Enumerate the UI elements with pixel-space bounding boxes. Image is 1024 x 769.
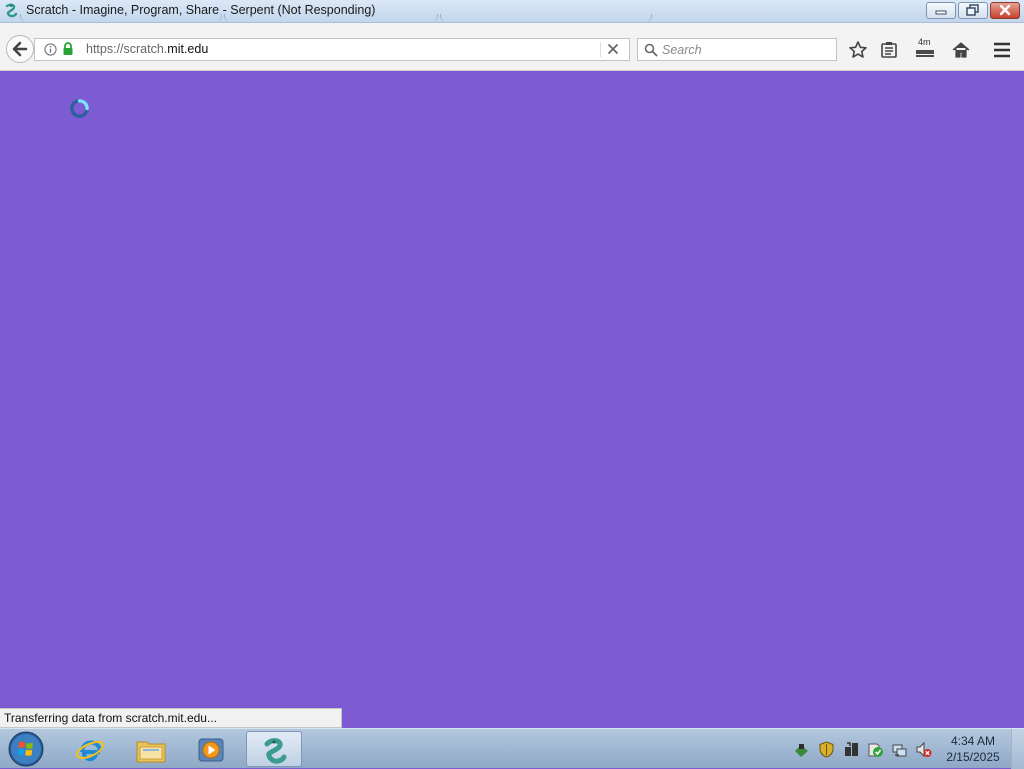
search-input[interactable] xyxy=(662,41,832,58)
taskbar-media-player[interactable] xyxy=(184,731,240,767)
network-shield-icon[interactable] xyxy=(793,741,810,758)
url-domain: mit.edu xyxy=(167,42,209,56)
taskbar-file-explorer[interactable] xyxy=(123,731,179,767)
taskbar-serpent-browser[interactable] xyxy=(246,731,302,767)
restore-icon xyxy=(966,4,979,16)
tab-active[interactable] xyxy=(224,14,438,22)
address-bar[interactable]: https://scratch.mit.edu xyxy=(34,38,630,61)
media-player-icon xyxy=(198,738,224,762)
home-icon[interactable] xyxy=(951,40,971,60)
window-controls xyxy=(926,2,1020,20)
url-prefix: https://scratch. xyxy=(86,42,168,56)
close-button[interactable] xyxy=(990,2,1020,19)
back-button[interactable] xyxy=(6,35,34,63)
navigation-toolbar: https://scratch.mit.edu 4m xyxy=(0,23,1024,71)
info-icon[interactable] xyxy=(44,43,57,56)
status-text: Transferring data from scratch.mit.edu..… xyxy=(0,708,342,728)
clear-icon[interactable] xyxy=(606,42,620,56)
tab-strip xyxy=(20,14,860,22)
reading-list-icon[interactable] xyxy=(879,40,899,60)
windows-start-icon[interactable] xyxy=(6,730,46,768)
minimize-button[interactable] xyxy=(926,2,956,19)
serpent-app-icon xyxy=(5,3,18,18)
internet-explorer-icon xyxy=(76,740,104,762)
lock-icon[interactable] xyxy=(62,42,74,56)
window-title-bar: Scratch - Imagine, Program, Share - Serp… xyxy=(0,0,1024,23)
page-content xyxy=(0,71,1024,728)
show-desktop-button[interactable] xyxy=(1011,729,1024,769)
search-box[interactable] xyxy=(637,38,837,61)
url-separator xyxy=(600,42,601,57)
serpent-browser-icon xyxy=(264,738,287,764)
bookmark-star-icon[interactable] xyxy=(848,40,868,60)
restore-button[interactable] xyxy=(958,2,988,19)
system-clock[interactable]: 4:34 AM 2/15/2025 xyxy=(940,733,1006,765)
tab[interactable] xyxy=(440,14,652,22)
downloads-badge: 4m xyxy=(918,37,931,47)
network-icon[interactable] xyxy=(891,741,908,758)
minimize-icon xyxy=(935,10,947,15)
volume-muted-icon[interactable] xyxy=(915,741,932,758)
action-center-icon[interactable] xyxy=(867,741,884,758)
loading-spinner-icon xyxy=(70,99,89,118)
menu-icon[interactable] xyxy=(992,40,1012,60)
clock-time: 4:34 AM xyxy=(950,734,996,748)
tab[interactable] xyxy=(20,14,222,22)
clock-date: 2/15/2025 xyxy=(946,750,1000,764)
file-explorer-icon xyxy=(136,741,166,763)
security-shield-icon[interactable] xyxy=(818,741,835,758)
url-text[interactable]: https://scratch.mit.edu xyxy=(86,42,208,56)
back-arrow-icon xyxy=(12,41,28,57)
search-icon xyxy=(644,43,658,57)
taskbar-internet-explorer[interactable] xyxy=(62,731,118,767)
taskbar: 4:34 AM 2/15/2025 xyxy=(0,728,1024,769)
downloads-button[interactable]: 4m xyxy=(914,37,936,60)
close-icon xyxy=(999,4,1011,16)
sync-icon[interactable] xyxy=(843,741,860,758)
